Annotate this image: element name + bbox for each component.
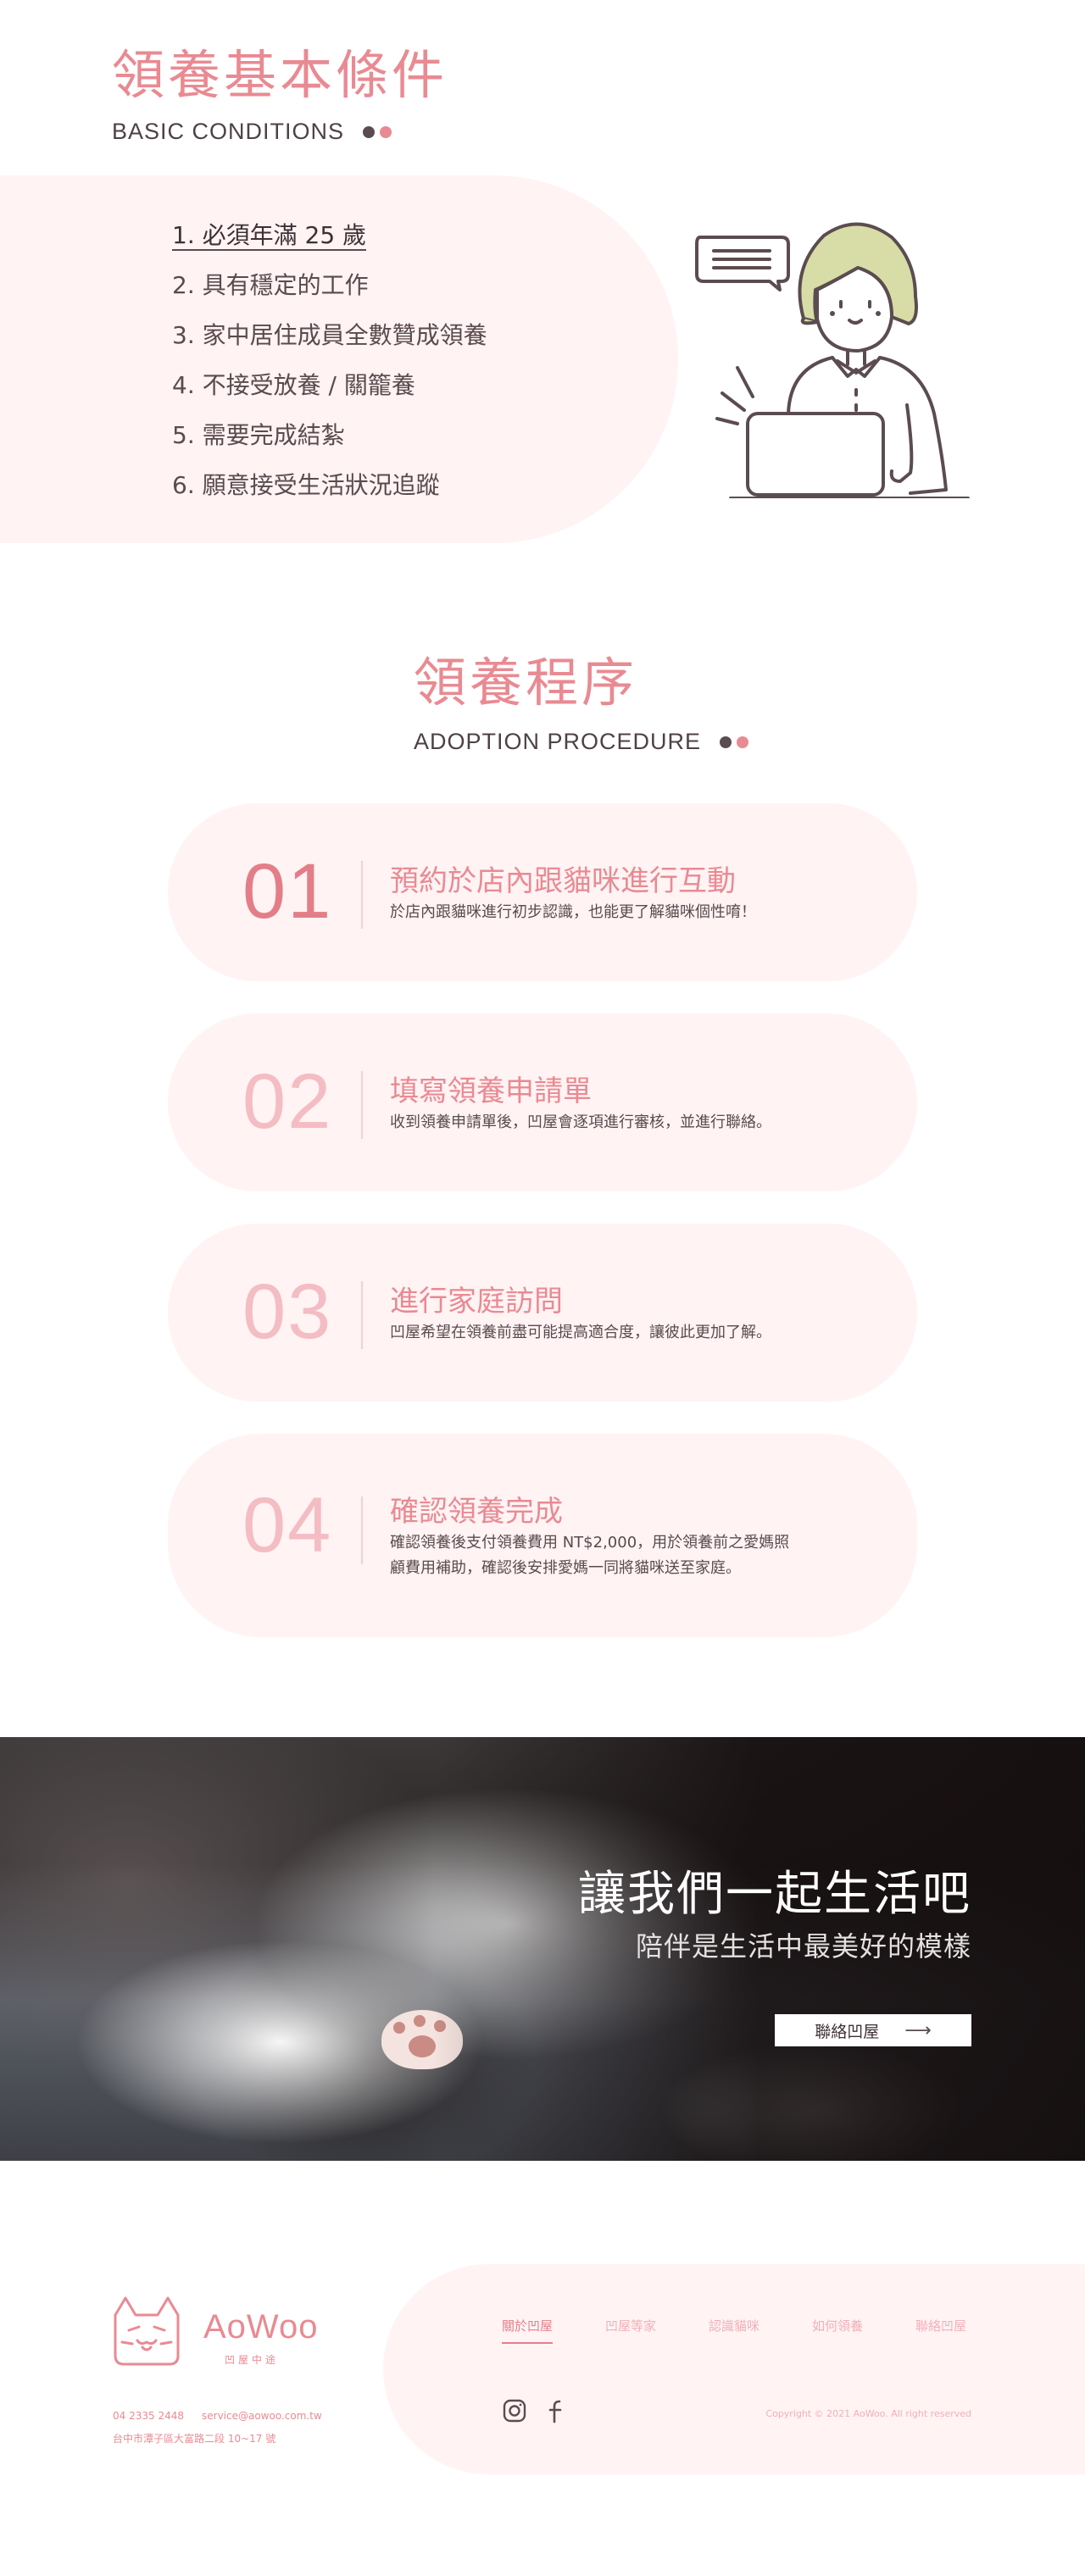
footer-phone[interactable]: 04 2335 2448 xyxy=(113,2410,184,2422)
step-divider xyxy=(361,1281,363,1349)
step-number: 02 xyxy=(242,1058,333,1145)
condition-item: 4. 不接受放養 / 關籠養 xyxy=(172,371,415,399)
condition-item: 5. 需要完成結紮 xyxy=(172,421,345,449)
footer-nav: 關於凹屋 凹屋等家 認識貓咪 如何領養 聯絡凹屋 xyxy=(502,2317,1019,2344)
step-description: 於店內跟貓咪進行初步認識，也能更了解貓咪個性唷！ xyxy=(390,903,756,921)
step-divider xyxy=(361,1071,363,1139)
step-title: 進行家庭訪問 xyxy=(390,1285,563,1319)
social-links xyxy=(502,2398,565,2423)
footer-nav-waiting[interactable]: 凹屋等家 xyxy=(605,2317,709,2334)
procedure-subtitle: ADOPTION PROCEDURE xyxy=(414,729,749,755)
step-divider xyxy=(361,861,363,929)
conditions-subtitle-text: BASIC CONDITIONS xyxy=(112,119,345,144)
step-title: 確認領養完成 xyxy=(390,1495,563,1529)
conditions-list: 1. 必須年滿 25 歲 2. 具有穩定的工作 3. 家中居住成員全數贊成領養 … xyxy=(172,219,487,519)
contact-button-label: 聯絡凹屋 xyxy=(815,2022,880,2041)
procedure-title: 領養程序 xyxy=(414,652,638,713)
person-laptop-illustration xyxy=(695,222,970,498)
step-number: 03 xyxy=(242,1269,333,1355)
footer-address: 台中市潭子區大富路二段 10~17 號 xyxy=(113,2433,276,2445)
conditions-title: 領養基本條件 xyxy=(112,44,448,106)
footer-nav-about[interactable]: 關於凹屋 xyxy=(502,2317,605,2344)
footer-nav-contact[interactable]: 聯絡凹屋 xyxy=(915,2317,1019,2334)
procedure-step-3: 03 進行家庭訪問 凹屋希望在領養前盡可能提高適合度，讓彼此更加了解。 xyxy=(168,1224,917,1402)
conditions-subtitle: BASIC CONDITIONS xyxy=(112,119,392,145)
condition-item: 1. 必須年滿 25 歲 xyxy=(172,221,367,251)
banner-subtitle: 陪伴是生活中最美好的模樣 xyxy=(635,1930,971,1963)
instagram-icon[interactable] xyxy=(502,2398,527,2423)
footer-nav-cats[interactable]: 認識貓咪 xyxy=(709,2317,812,2334)
step-description: 凹屋希望在領養前盡可能提高適合度，讓彼此更加了解。 xyxy=(390,1324,771,1341)
condition-item: 3. 家中居住成員全數贊成領養 xyxy=(172,321,487,349)
footer-panel xyxy=(383,2264,1085,2474)
step-description: 收到領養申請單後，凹屋會逐項進行審核，並進行聯絡。 xyxy=(390,1113,771,1131)
procedure-step-1: 01 預約於店內跟貓咪進行互動 於店內跟貓咪進行初步認識，也能更了解貓咪個性唷！ xyxy=(168,803,917,981)
logo-text: AoWoo xyxy=(203,2308,319,2346)
facebook-icon[interactable] xyxy=(548,2398,565,2423)
condition-item: 6. 願意接受生活狀況追蹤 xyxy=(172,471,440,499)
footer-nav-adopt[interactable]: 如何領養 xyxy=(812,2317,915,2334)
step-title: 預約於店內跟貓咪進行互動 xyxy=(390,864,736,898)
cat-banner: 讓我們一起生活吧 陪伴是生活中最美好的模樣 聯絡凹屋 ⟶ xyxy=(0,1737,1085,2161)
step-number: 04 xyxy=(242,1482,333,1568)
step-description: 確認領養後支付領養費用 NT$2,000，用於領養前之愛媽照顧費用補助，確認後安… xyxy=(390,1534,790,1577)
procedure-step-4: 04 確認領養完成 確認領養後支付領養費用 NT$2,000，用於領養前之愛媽照… xyxy=(168,1434,917,1637)
contact-button[interactable]: 聯絡凹屋 ⟶ xyxy=(775,2014,971,2046)
logo-tagline: 凹屋中途 xyxy=(225,2354,280,2366)
footer-copyright: Copyright © 2021 AoWoo. All right reserv… xyxy=(765,2408,971,2419)
procedure-step-2: 02 填寫領養申請單 收到領養申請單後，凹屋會逐項進行審核，並進行聯絡。 xyxy=(168,1013,917,1191)
arrow-right-icon: ⟶ xyxy=(904,2019,932,2041)
footer-email[interactable]: service@aowoo.com.tw xyxy=(202,2410,322,2422)
procedure-subtitle-text: ADOPTION PROCEDURE xyxy=(414,729,702,754)
decor-dots xyxy=(363,125,392,138)
step-title: 填寫領養申請單 xyxy=(390,1074,592,1108)
condition-item: 2. 具有穩定的工作 xyxy=(172,271,369,299)
decor-dots xyxy=(720,736,749,748)
step-number: 01 xyxy=(242,848,333,935)
step-divider xyxy=(361,1496,363,1564)
banner-title: 讓我們一起生活吧 xyxy=(578,1867,971,1922)
